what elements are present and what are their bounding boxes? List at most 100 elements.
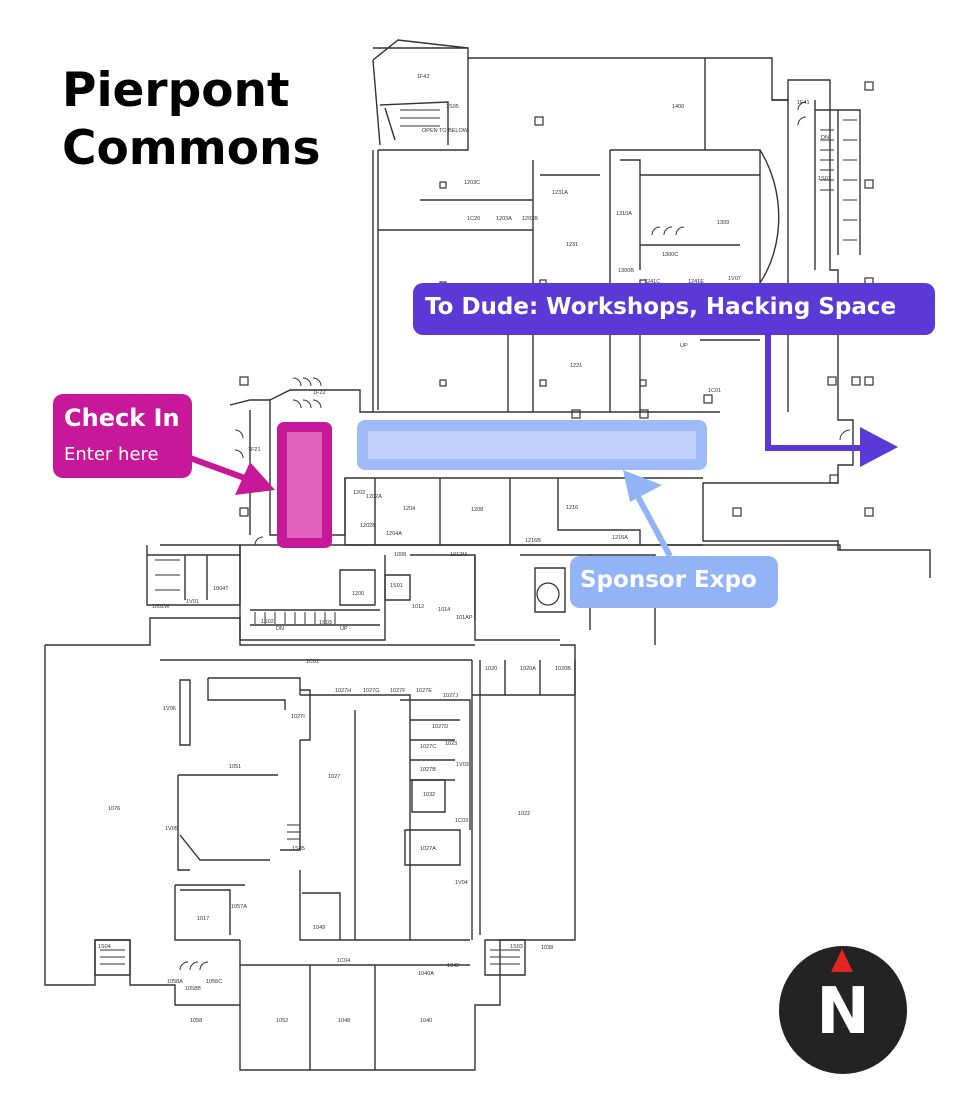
room-label: 1202B (360, 523, 376, 529)
room-label: 1F42 (417, 74, 430, 80)
room-label: 1020 (485, 666, 497, 672)
north-pointer-icon (831, 949, 853, 972)
room-label: 1004T (213, 586, 229, 592)
room-label: 1F21 (248, 447, 261, 453)
room-label: 1014 (438, 607, 450, 613)
room-label: 1C20 (467, 216, 480, 222)
room-label: 1012M (450, 552, 467, 558)
room-label: 1231A (552, 190, 568, 196)
room-label: 1032 (423, 792, 435, 798)
room-label: 1027 (328, 774, 340, 780)
check-in-arrow (188, 455, 275, 495)
room-label: 1S05 (292, 846, 305, 852)
room-label: 1S04 (98, 944, 111, 950)
room-label: 1V04 (455, 880, 468, 886)
room-label: UP (340, 626, 348, 632)
room-label: 1056C (206, 979, 222, 985)
room-label: 1203C (464, 180, 480, 186)
room-label: 1F41 (797, 100, 810, 106)
room-label: 1048 (338, 1018, 350, 1024)
room-label: 1058B (185, 986, 201, 992)
room-label: 1020A (520, 666, 536, 672)
room-label: UP (680, 343, 688, 349)
room-label: 1027E (416, 688, 432, 694)
map-title: Pierpont Commons (62, 62, 320, 178)
room-label: 1057A (231, 904, 247, 910)
room-label: 1S07 (818, 176, 831, 182)
room-label: 1027B (420, 767, 436, 773)
sponsor-expo-callout: Sponsor Expo (570, 556, 778, 608)
fountain-icon (536, 582, 560, 606)
room-label: 1300C (662, 252, 678, 258)
room-label: 1216A (612, 535, 628, 541)
room-label: 1309 (717, 220, 729, 226)
room-label: 1V01 (186, 599, 199, 605)
stair-hatching (100, 109, 857, 965)
room-label: 1S03 (510, 944, 523, 950)
room-label: 1C01 (708, 388, 721, 394)
title-line-1: Pierpont (62, 63, 290, 118)
room-label: 1S05 (446, 104, 459, 110)
room-label: DN (276, 626, 284, 632)
room-label: 1S03 (319, 620, 332, 626)
room-label: 1208 (471, 507, 483, 513)
room-label: 1017 (197, 916, 209, 922)
room-label: 1038 (541, 945, 553, 951)
room-label: 1221 (570, 363, 582, 369)
room-label: 1058 (190, 1018, 202, 1024)
room-label: 1204 (403, 506, 415, 512)
room-label: 1051 (229, 764, 241, 770)
room-label: 1020B (555, 666, 571, 672)
room-label: 1040A (418, 971, 434, 977)
room-label: 1012 (412, 604, 424, 610)
dude-label: To Dude: Workshops, Hacking Space (425, 294, 897, 320)
room-label: 1027I (291, 714, 305, 720)
check-in-heading: Check In (64, 404, 180, 432)
room-label: 1002W (152, 604, 170, 610)
compass-icon: N (779, 946, 907, 1074)
room-label: 1042 (447, 963, 459, 969)
room-label: 1023 (445, 741, 457, 747)
room-label: 1008 (394, 552, 406, 558)
compass-letter: N (816, 975, 870, 1049)
room-label: 1049 (313, 925, 325, 931)
room-label: 1V06 (163, 706, 176, 712)
room-label: 101AP (456, 615, 473, 621)
room-label: 1F22 (313, 390, 326, 396)
room-label: 1200 (352, 591, 364, 597)
check-in-area-inner (287, 432, 322, 538)
room-label: 1027G (363, 688, 380, 694)
room-label: 1400 (672, 104, 684, 110)
building-outline (44, 39, 931, 1071)
sponsor-expo-label: Sponsor Expo (580, 567, 757, 593)
room-label: 1027J (443, 693, 458, 699)
sponsor-expo-arrow (623, 470, 673, 558)
room-label: 1203B (522, 216, 538, 222)
room-label: 1202A (366, 494, 382, 500)
room-label: 1S01 (390, 583, 403, 589)
room-label: 1027C (420, 744, 436, 750)
room-label: 1300B (618, 268, 634, 274)
room-label: 1203A (496, 216, 512, 222)
check-in-callout: Check In Enter here (53, 394, 192, 478)
room-label: 1V03 (456, 762, 469, 768)
dude-callout: To Dude: Workshops, Hacking Space (413, 283, 935, 335)
room-label: 1027A (420, 846, 436, 852)
room-label: 1022 (518, 811, 530, 817)
title-line-2: Commons (62, 121, 321, 176)
room-label: 1040 (420, 1018, 432, 1024)
room-label: 1231 (566, 242, 578, 248)
room-label: 1V07 (728, 276, 741, 282)
sponsor-expo-area-inner (368, 431, 696, 459)
room-label: 1S02 (261, 619, 274, 625)
room-labels: 1F42 1S05 OPEN TO BELOW 1400 1F41 1S07 D… (98, 74, 831, 1024)
room-label: 1027D (432, 724, 448, 730)
room-label: 1310A (616, 211, 632, 217)
check-in-subtext: Enter here (64, 444, 159, 465)
room-label: 1204A (386, 531, 402, 537)
room-label: OPEN TO BELOW (422, 128, 469, 134)
room-label: 1058A (167, 979, 183, 985)
room-label: 1076 (108, 806, 120, 812)
room-label: 1052 (276, 1018, 288, 1024)
room-label: 1216 (566, 505, 578, 511)
